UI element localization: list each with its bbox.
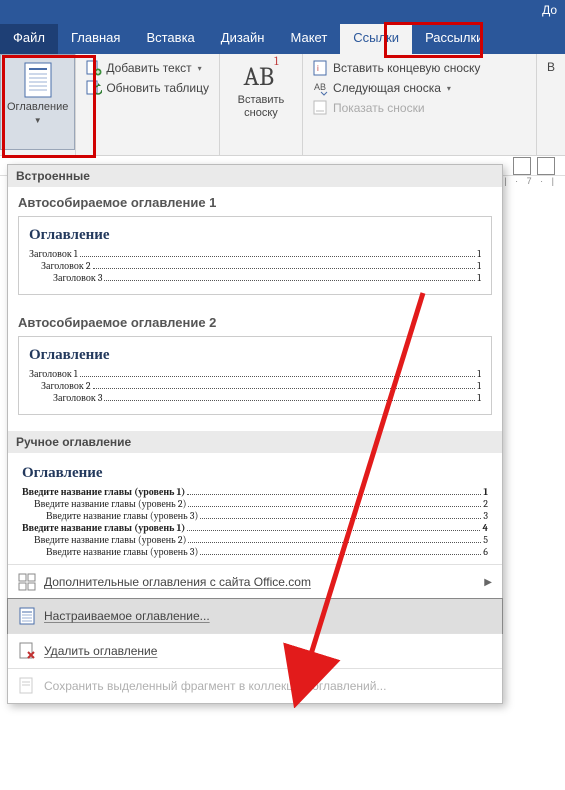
- toc-small-icon: [18, 607, 36, 625]
- show-notes-button[interactable]: Показать сноски: [309, 98, 530, 118]
- next-footnote-icon: AB: [313, 80, 329, 96]
- remove-label: Удалить оглавление: [44, 644, 157, 658]
- chevron-down-icon: ▾: [447, 84, 451, 93]
- tab-mailings[interactable]: Рассылки: [412, 24, 496, 54]
- custom-toc[interactable]: Настраиваемое оглавление...: [7, 598, 503, 634]
- add-text-label: Добавить текст: [106, 61, 191, 75]
- show-notes-label: Показать сноски: [333, 101, 425, 115]
- chevron-down-icon: ▼: [34, 116, 42, 125]
- update-table-button[interactable]: Обновить таблицу: [82, 78, 213, 98]
- toc-row: Заголовок 31: [29, 272, 481, 284]
- toc-row: Заголовок 11: [29, 368, 481, 380]
- insert-endnote-button[interactable]: i Вставить концевую сноску: [309, 58, 530, 78]
- tab-layout[interactable]: Макет: [277, 24, 340, 54]
- more-from-office[interactable]: Дополнительные оглавления с сайта Office…: [8, 564, 502, 599]
- svg-text:AB: AB: [314, 82, 326, 92]
- update-icon: [86, 80, 102, 96]
- toc-row: Введите название главы (уровень 3)6: [22, 546, 488, 558]
- toc-row: Введите название главы (уровень 1)4: [22, 522, 488, 534]
- tab-home[interactable]: Главная: [58, 24, 133, 54]
- insert-footnote-label: Вставить сноску: [238, 94, 285, 120]
- next-footnote-label: Следующая сноска: [333, 81, 441, 95]
- gallery-auto1-preview: Оглавление Заголовок 11Заголовок 21Загол…: [18, 216, 492, 295]
- remove-toc[interactable]: Удалить оглавление: [8, 633, 502, 668]
- chevron-right-icon: ▶: [484, 577, 492, 588]
- tab-references[interactable]: Ссылки: [340, 24, 412, 54]
- toc-row: Введите название главы (уровень 2)2: [22, 498, 488, 510]
- show-notes-icon: [313, 100, 329, 116]
- ribbon: Оглавление ▼ Добавить текст ▾ Обновить т…: [0, 54, 565, 156]
- toc-dropdown: Встроенные Автособираемое оглавление 1 О…: [7, 164, 503, 704]
- custom-label: Настраиваемое оглавление...: [44, 609, 210, 623]
- endnote-icon: i: [313, 60, 329, 76]
- next-footnote-button[interactable]: AB Следующая сноска ▾: [309, 78, 530, 98]
- gallery-auto2-title: Автособираемое оглавление 2: [18, 315, 492, 330]
- add-text-icon: [86, 60, 102, 76]
- toc-label: Оглавление: [7, 101, 68, 114]
- chevron-down-icon: ▾: [198, 64, 202, 73]
- tab-file[interactable]: Файл: [0, 24, 58, 54]
- toc-icon: [22, 61, 54, 99]
- more-label: Дополнительные оглавления с сайта Office…: [44, 575, 311, 589]
- gallery-auto2[interactable]: Автособираемое оглавление 2 Оглавление З…: [8, 307, 502, 427]
- ruler-button-1[interactable]: [513, 157, 531, 175]
- remove-icon: [18, 642, 36, 660]
- ruler-button-2[interactable]: [537, 157, 555, 175]
- add-text-button[interactable]: Добавить текст ▾: [82, 58, 213, 78]
- svg-text:i: i: [317, 64, 319, 73]
- toc-row: Введите название главы (уровень 1)1: [22, 486, 488, 498]
- tab-design[interactable]: Дизайн: [208, 24, 278, 54]
- ribbon-tabs: Файл Главная Вставка Дизайн Макет Ссылки…: [0, 24, 565, 54]
- title-bar: До: [0, 0, 565, 24]
- toc-row: Введите название главы (уровень 3)3: [22, 510, 488, 522]
- toc-row: Заголовок 31: [29, 392, 481, 404]
- insert-footnote-button[interactable]: AB1 Вставить сноску: [226, 58, 296, 124]
- toc-row: Заголовок 21: [29, 380, 481, 392]
- toc-button[interactable]: Оглавление ▼: [0, 54, 75, 150]
- builtin-header: Встроенные: [8, 165, 502, 187]
- grid-icon: [18, 573, 36, 591]
- update-table-label: Обновить таблицу: [106, 81, 209, 95]
- doc-title-fragment: До: [542, 3, 557, 17]
- ab-icon: AB1: [243, 62, 278, 92]
- manual-header: Ручное оглавление: [8, 431, 502, 453]
- save-label: Сохранить выделенный фрагмент в коллекци…: [44, 679, 386, 693]
- toc-row: Введите название главы (уровень 2)5: [22, 534, 488, 546]
- save-selection: Сохранить выделенный фрагмент в коллекци…: [8, 668, 502, 703]
- gallery-manual-preview: Оглавление Введите название главы (урове…: [18, 461, 492, 560]
- save-selection-icon: [18, 677, 36, 695]
- gallery-auto2-preview: Оглавление Заголовок 11Заголовок 21Загол…: [18, 336, 492, 415]
- gallery-auto1[interactable]: Автособираемое оглавление 1 Оглавление З…: [8, 187, 502, 307]
- gallery-manual[interactable]: Оглавление Введите название главы (урове…: [8, 453, 502, 564]
- tab-insert[interactable]: Вставка: [133, 24, 207, 54]
- gallery-auto1-title: Автособираемое оглавление 1: [18, 195, 492, 210]
- right-group: В: [543, 58, 559, 76]
- toc-row: Заголовок 11: [29, 248, 481, 260]
- insert-endnote-label: Вставить концевую сноску: [333, 61, 480, 75]
- toc-row: Заголовок 21: [29, 260, 481, 272]
